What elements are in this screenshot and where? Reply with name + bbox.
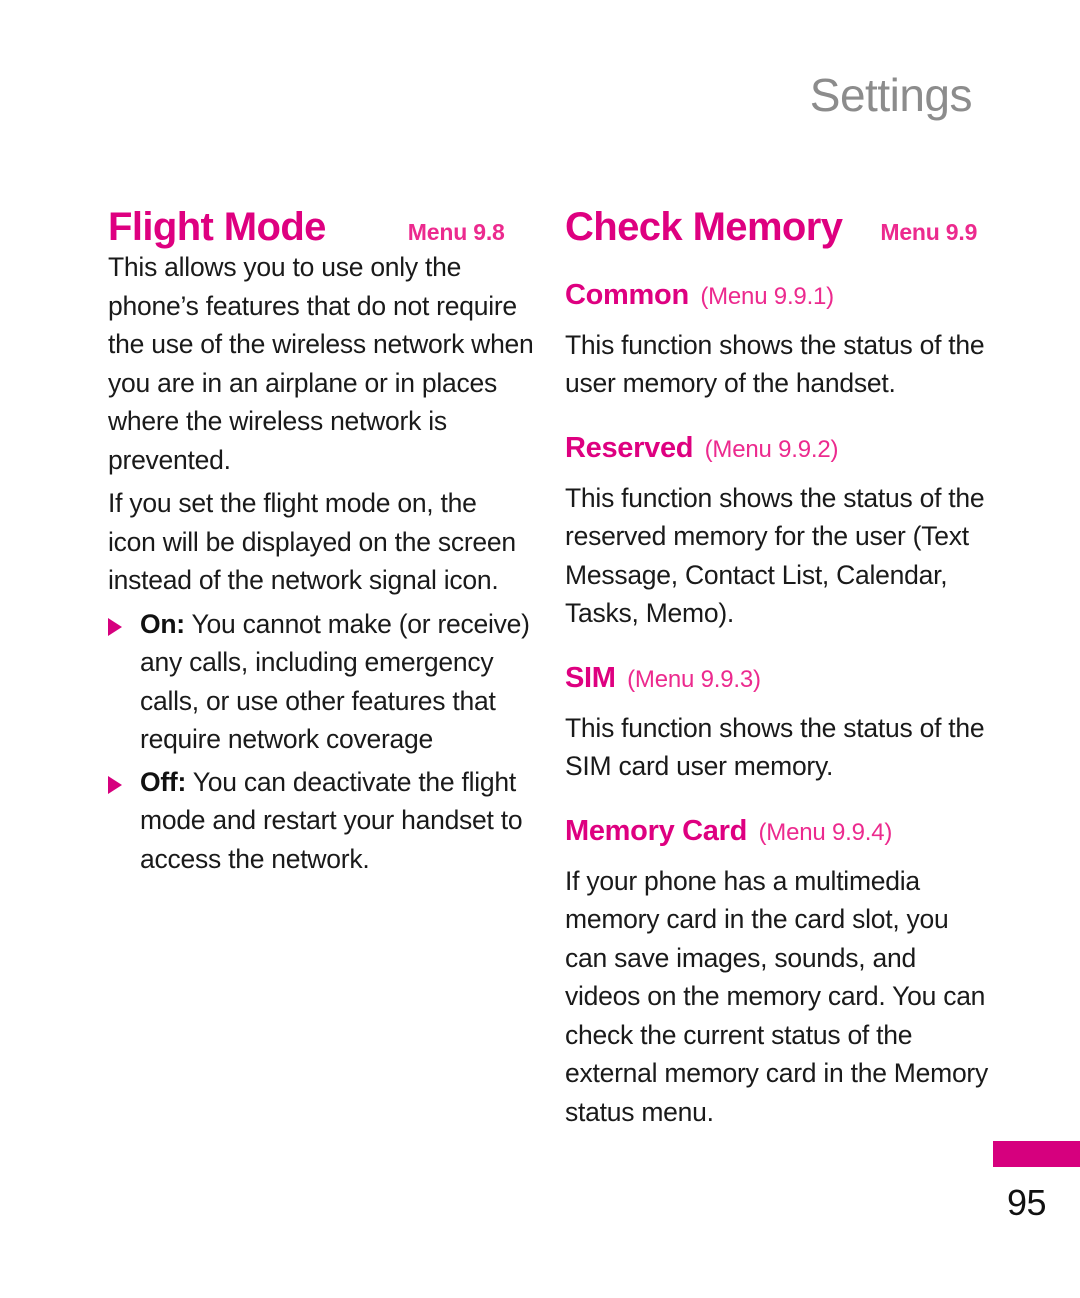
right-section-heading: Check Memory Menu 9.9: [565, 206, 995, 248]
triangle-bullet-icon: [108, 617, 122, 636]
bullet-term-on: On:: [140, 608, 185, 639]
left-bullet-list: On: You cannot make (or receive) any cal…: [108, 605, 548, 879]
subsection-body: This function shows the status of the SI…: [565, 712, 985, 782]
right-section-title: Check Memory: [565, 205, 843, 249]
triangle-bullet-icon: [108, 775, 122, 794]
left-section-menu-ref: Menu 9.8: [407, 219, 505, 245]
bullet-text-on: You cannot make (or receive) any calls, …: [140, 608, 530, 755]
running-header-title: Settings: [809, 69, 973, 121]
subsection-body: If your phone has a multimedia memory ca…: [565, 865, 989, 1127]
left-paragraph-2: If you set the flight mode on, the icon w…: [108, 484, 548, 600]
subsection-common: Common (Menu 9.9.1) This function shows …: [565, 279, 995, 403]
left-column: Flight Mode Menu 9.8 This allows you to …: [108, 206, 548, 878]
manual-page: Settings Flight Mode Menu 9.8 This allow…: [0, 0, 1080, 1298]
subsection-menu-ref: (Menu 9.9.1): [700, 283, 834, 310]
subsection-heading: Common (Menu 9.9.1): [565, 279, 995, 312]
list-item: Off: You can deactivate the flight mode …: [108, 763, 548, 879]
subsection-menu-ref: (Menu 9.9.3): [627, 665, 761, 693]
subsection-menu-ref: (Menu 9.9.2): [704, 435, 839, 463]
subsection-body: This function shows the status of the us…: [565, 329, 985, 399]
left-paragraph-1: This allows you to use only the phone’s …: [108, 252, 534, 475]
page-edge-tab: [993, 1141, 1080, 1167]
subsection-reserved: Reserved (Menu 9.9.2) This function show…: [565, 431, 995, 633]
subsection-name: Memory Card: [565, 814, 748, 847]
left-paragraph-2-tail: icon will be displayed on the screen ins…: [108, 526, 516, 596]
subsection-name: Reserved: [565, 431, 694, 464]
subsection-sim: SIM (Menu 9.9.3) This function shows the…: [565, 661, 995, 786]
bullet-text-off: You can deactivate the flight mode and r…: [140, 766, 523, 874]
subsection-menu-ref: (Menu 9.9.4): [758, 818, 893, 846]
left-paragraph-2-lead: If you set the flight mode on, the: [108, 488, 477, 518]
right-column: Check Memory Menu 9.9 Common (Menu 9.9.1…: [565, 206, 995, 1131]
subsection-memory-card: Memory Card (Menu 9.9.4) If your phone h…: [565, 814, 995, 1131]
bullet-term-off: Off:: [140, 766, 187, 797]
subsection-body: This function shows the status of the re…: [565, 482, 985, 629]
list-item: On: You cannot make (or receive) any cal…: [108, 605, 548, 759]
subsection-heading: Reserved (Menu 9.9.2): [565, 431, 995, 465]
subsection-heading: SIM (Menu 9.9.3): [565, 661, 995, 695]
subsection-name: Common: [565, 279, 689, 311]
right-subsections: Common (Menu 9.9.1) This function shows …: [565, 279, 995, 1131]
left-section-heading: Flight Mode Menu 9.8: [108, 206, 548, 248]
right-section-menu-ref: Menu 9.9: [880, 219, 978, 245]
page-number: 95: [1006, 1182, 1047, 1223]
subsection-heading: Memory Card (Menu 9.9.4): [565, 814, 995, 848]
left-section-title: Flight Mode: [108, 205, 326, 249]
subsection-name: SIM: [565, 661, 616, 694]
